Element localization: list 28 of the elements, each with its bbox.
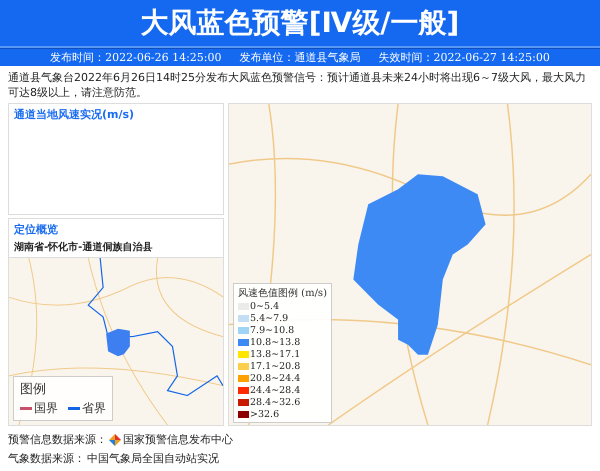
legend-item: 10.8~13.8	[238, 337, 327, 348]
legend-title: 风速色值图例 (m/s)	[238, 286, 327, 300]
source-name: 中国气象局全国自动站实况	[87, 451, 219, 466]
warning-description: 通道县气象台2022年6月26日14时25分发布大风蓝色预警信号：预计通道县未来24小时将出现6～7级大风，最大风力可达8级以上，请注意防范。	[7, 70, 587, 101]
source-label: 气象数据来源：	[8, 451, 85, 466]
legend-item: 省界	[68, 400, 106, 417]
legend-item: 13.8~17.1	[238, 349, 327, 360]
source-label: 预警信息数据来源：	[8, 432, 107, 447]
source-name: 国家预警信息发布中心	[123, 432, 233, 447]
legend-item: >32.6	[238, 409, 327, 420]
publish-time: 发布时间：2022-06-26 14:25:00	[50, 50, 222, 65]
legend-item: 17.1~20.8	[238, 361, 327, 372]
publisher: 发布单位：通道县气象局	[240, 50, 360, 65]
legend-item: 5.4~7.9	[238, 313, 327, 324]
legend-item: 国界	[20, 400, 58, 417]
region-path: 湖南省-怀化市-通道侗族自治县	[13, 240, 154, 255]
county-shape	[106, 328, 130, 356]
warning-title: 大风蓝色预警[Ⅳ级/一般]	[0, 0, 600, 48]
legend-item: 7.9~10.8	[238, 325, 327, 336]
legend-item: 20.8~24.4	[238, 373, 327, 384]
diamond-logo-icon	[109, 434, 121, 446]
legend-title: 图例	[20, 381, 47, 398]
panel-title: 通道当地风速实况(m/s)	[13, 107, 136, 123]
legend-item: 28.4~32.6	[238, 397, 327, 408]
legend-item: 24.4~28.4	[238, 385, 327, 396]
legend-item: 0~5.4	[238, 301, 327, 312]
expire-time: 失效时间：2022-06-27 14:25:00	[378, 50, 550, 65]
panel-title: 定位概览	[12, 222, 59, 238]
